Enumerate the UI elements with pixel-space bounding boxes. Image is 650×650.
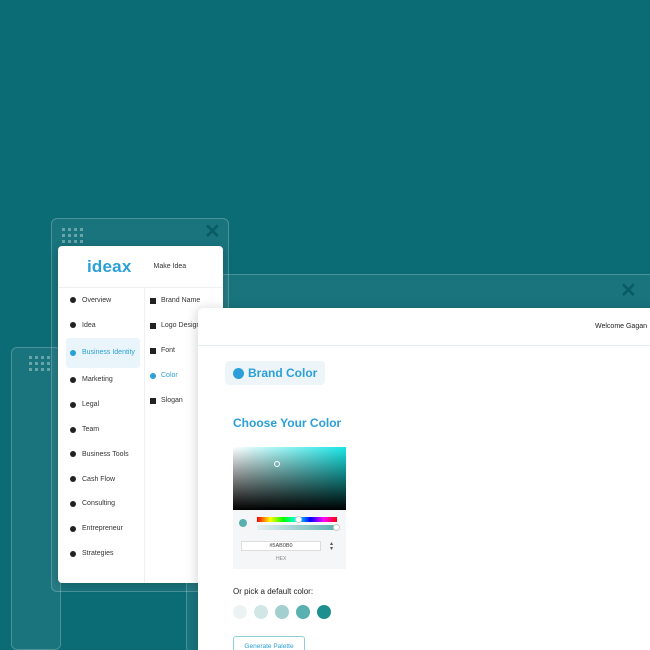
font-icon	[150, 347, 156, 354]
book-icon	[150, 297, 156, 304]
close-icon: ✕	[620, 280, 637, 302]
submenu-item-label: Logo Design	[161, 322, 201, 329]
sidebar-item-overview[interactable]: Overview	[58, 288, 144, 313]
palette-icon	[150, 372, 156, 379]
sidebar-item-label: Legal	[82, 401, 100, 409]
sidebar: Overview Idea Business Identity Marketin…	[58, 288, 145, 583]
top-bar: Welcome Gagan	[198, 308, 650, 346]
brand-color-title: Brand Color	[248, 366, 318, 380]
refresh-icon	[70, 550, 76, 557]
dots-decoration	[29, 356, 50, 371]
sidebar-item-marketing[interactable]: Marketing	[58, 368, 144, 393]
color-swatch[interactable]	[317, 605, 331, 619]
welcome-text: Welcome Gagan	[595, 323, 648, 330]
menu-make-idea[interactable]: Make Idea	[153, 263, 186, 270]
saturation-area[interactable]	[233, 447, 346, 510]
sidebar-item-entrepreneur[interactable]: Entrepreneur	[58, 516, 144, 541]
hex-label: HEX	[276, 556, 287, 562]
sidebar-item-label: Marketing	[82, 376, 113, 384]
hue-handle[interactable]	[295, 516, 302, 523]
logo[interactable]: ideax	[87, 257, 131, 277]
sidebar-item-label: Strategies	[82, 550, 114, 558]
briefcase-icon	[70, 525, 76, 532]
team-icon	[70, 426, 76, 433]
bulb-icon	[70, 322, 76, 329]
generate-palette-button[interactable]: Generate Palette	[233, 636, 305, 650]
text-icon	[150, 397, 156, 404]
color-swatch[interactable]	[275, 605, 289, 619]
palette-icon	[233, 367, 244, 379]
brand-color-window: Welcome Gagan Brand Color Choose Your Co…	[198, 308, 650, 650]
sidebar-item-label: Business Identity	[82, 349, 135, 357]
sidebar-item-strategies[interactable]: Strategies	[58, 541, 144, 566]
color-swatch[interactable]	[233, 605, 247, 619]
submenu-item-label: Slogan	[161, 397, 183, 404]
close-icon: ✕	[204, 221, 221, 243]
sidebar-item-idea[interactable]: Idea	[58, 313, 144, 338]
eye-icon	[70, 297, 76, 304]
saturation-handle[interactable]	[274, 461, 280, 467]
sidebar-item-consulting[interactable]: Consulting	[58, 492, 144, 517]
sidebar-item-legal[interactable]: Legal	[58, 392, 144, 417]
nav-header: ideax Make Idea	[58, 246, 223, 288]
hue-slider[interactable]	[257, 516, 337, 523]
sidebar-item-label: Consulting	[82, 500, 116, 508]
sidebar-item-team[interactable]: Team	[58, 417, 144, 442]
color-swatch[interactable]	[254, 605, 268, 619]
brand-color-chip: Brand Color	[225, 361, 326, 385]
sidebar-item-business-tools[interactable]: Business Tools	[58, 442, 144, 467]
decorative-panel-far-left	[11, 347, 61, 650]
submenu-item-label: Brand Name	[161, 297, 201, 304]
color-swatch[interactable]	[296, 605, 310, 619]
default-color-label: Or pick a default color:	[233, 587, 314, 596]
sidebar-item-cash-flow[interactable]: Cash Flow	[58, 467, 144, 492]
choose-color-heading: Choose Your Color	[233, 416, 342, 430]
handshake-icon	[70, 500, 76, 507]
alpha-handle[interactable]	[333, 524, 340, 531]
default-swatches	[233, 605, 331, 619]
dots-decoration	[62, 228, 83, 243]
sidebar-item-label: Idea	[82, 321, 96, 329]
people-icon	[150, 322, 156, 329]
compass-icon	[70, 376, 76, 383]
alpha-slider[interactable]	[257, 524, 340, 531]
hex-input[interactable]: #5AB0B0	[241, 541, 321, 551]
cloud-icon	[70, 349, 76, 356]
sidebar-item-label: Business Tools	[82, 450, 129, 458]
submenu-item-label: Font	[161, 347, 176, 354]
format-toggle-icon[interactable]: ▴ ▾	[330, 541, 333, 552]
cash-icon	[70, 476, 76, 483]
submenu-item-label: Color	[161, 372, 178, 379]
sidebar-item-label: Cash Flow	[82, 475, 116, 483]
current-color-swatch	[239, 519, 247, 527]
sidebar-item-label: Overview	[82, 296, 112, 304]
tools-icon	[70, 451, 76, 458]
sidebar-item-business-identity[interactable]: Business Identity	[66, 337, 140, 368]
color-picker: #5AB0B0 ▴ ▾ HEX	[233, 447, 346, 569]
scales-icon	[70, 401, 76, 408]
sidebar-item-label: Entrepreneur	[82, 525, 123, 533]
sidebar-item-label: Team	[82, 426, 100, 434]
